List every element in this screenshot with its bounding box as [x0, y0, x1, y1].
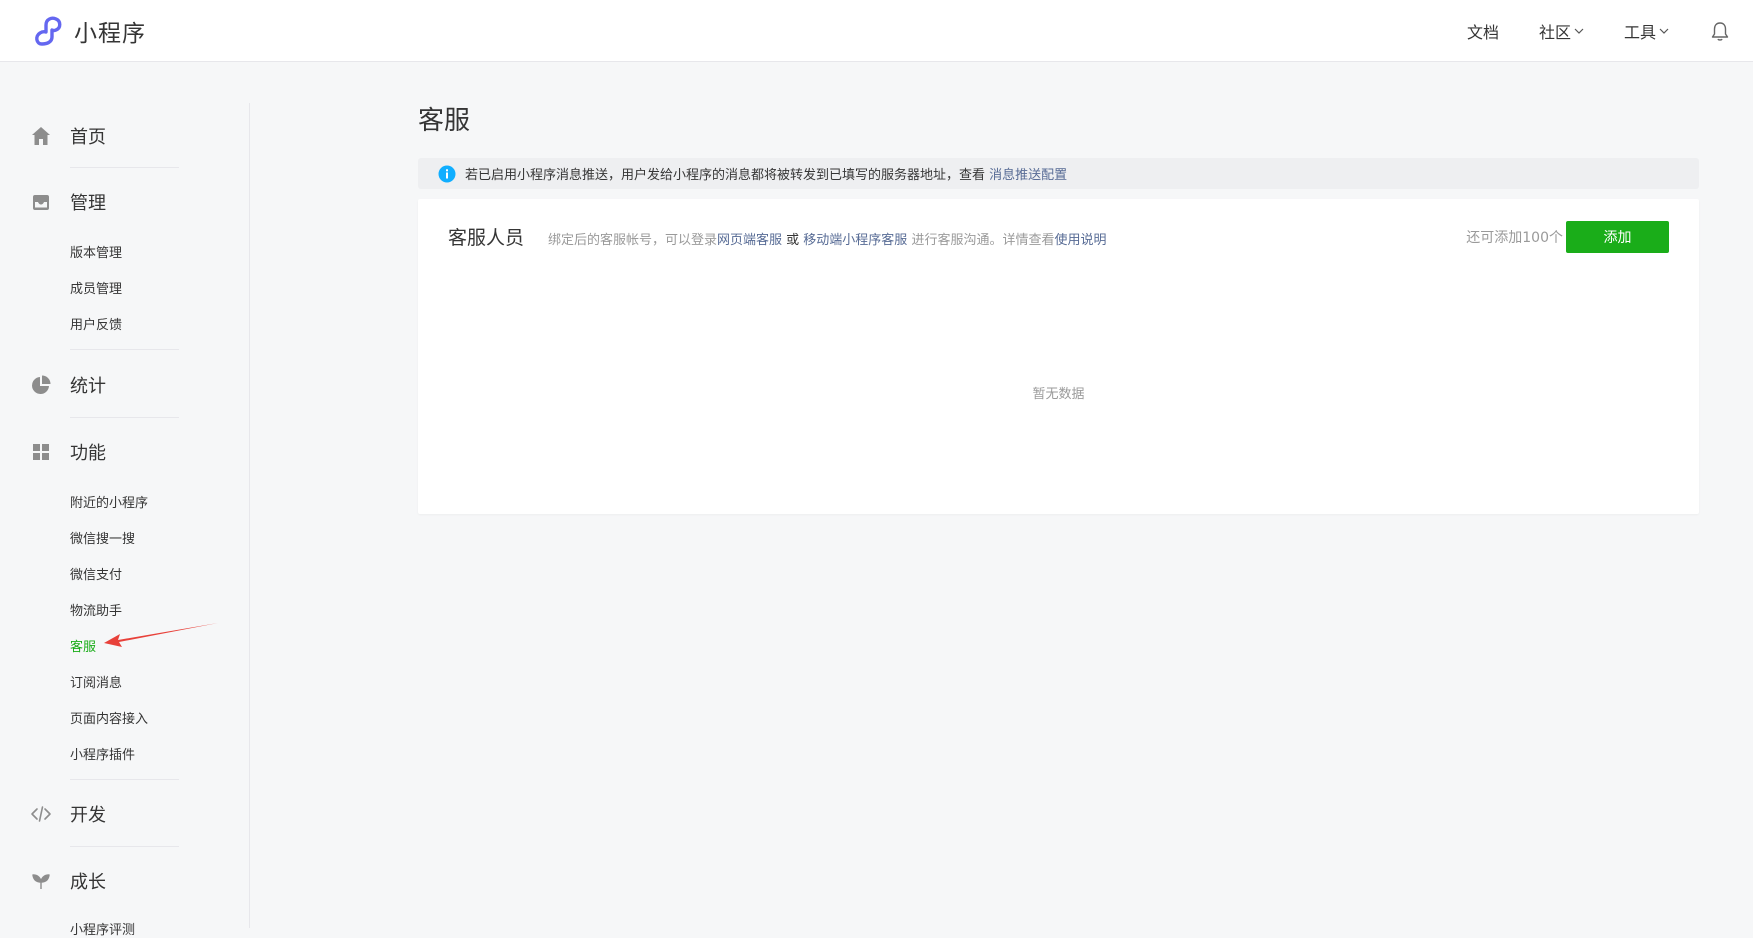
sidebar-item-pay[interactable]: 微信支付	[70, 564, 122, 583]
chevron-down-icon	[1659, 28, 1669, 34]
top-nav: 文档 社区 工具	[1427, 0, 1735, 62]
sidebar-group-label: 功能	[70, 443, 106, 464]
desc-or: 或	[782, 233, 804, 248]
sidebar-item-feedback[interactable]: 用户反馈	[70, 314, 122, 333]
usage-guide-link[interactable]: 使用说明	[1054, 233, 1106, 248]
web-service-link[interactable]: 网页端客服	[717, 233, 782, 248]
nav-tools-label: 工具	[1623, 23, 1656, 42]
nav-community-label: 社区	[1538, 23, 1571, 42]
divider	[70, 779, 179, 780]
bell-icon[interactable]	[1709, 20, 1731, 42]
notice-text: 若已启用小程序消息推送，用户发给小程序的消息都将被转发到已填写的服务器地址，查看	[465, 168, 986, 183]
sidebar-group-label: 管理	[70, 193, 106, 214]
grid-icon	[33, 444, 49, 460]
sidebar-item-nearby[interactable]: 附近的小程序	[70, 492, 148, 511]
notice-bar: 若已启用小程序消息推送，用户发给小程序的消息都将被转发到已填写的服务器地址，查看…	[418, 158, 1699, 189]
empty-state: 暂无数据	[1032, 387, 1085, 402]
divider	[70, 417, 179, 418]
sidebar: 首页 管理 版本管理 成员管理 用户反馈 统计 功能 附近的小程序 微信搜一搜 …	[0, 103, 250, 938]
quota-text: 还可添加100个	[1466, 230, 1563, 246]
sidebar-group-manage[interactable]: 管理	[30, 189, 106, 215]
divider	[70, 167, 179, 168]
sidebar-item-customer-service[interactable]: 客服	[70, 636, 96, 655]
miniprogram-logo-icon	[35, 16, 62, 46]
sidebar-item-members[interactable]: 成员管理	[70, 278, 122, 297]
nav-docs[interactable]: 文档	[1467, 19, 1499, 43]
inbox-icon	[33, 195, 49, 210]
code-icon	[31, 806, 51, 822]
sidebar-item-subscribe[interactable]: 订阅消息	[70, 672, 122, 691]
sidebar-item-search[interactable]: 微信搜一搜	[70, 528, 135, 547]
sidebar-group-home[interactable]: 首页	[30, 123, 106, 149]
top-bar: 小程序 文档 社区 工具	[0, 0, 1753, 62]
brand[interactable]: 小程序	[32, 14, 146, 48]
sidebar-group-label: 统计	[70, 376, 106, 397]
push-config-link[interactable]: 消息推送配置	[989, 164, 1067, 183]
add-button[interactable]: 添加	[1566, 221, 1669, 253]
sidebar-group-growth[interactable]: 成长	[30, 868, 106, 894]
chevron-down-icon	[1574, 28, 1584, 34]
sidebar-item-plugins[interactable]: 小程序插件	[70, 744, 135, 763]
mobile-service-link[interactable]: 移动端小程序客服	[803, 233, 907, 248]
nav-docs-label: 文档	[1466, 23, 1499, 42]
panel-description: 绑定后的客服帐号，可以登录网页端客服 或 移动端小程序客服 进行客服沟通。详情查…	[548, 229, 1106, 248]
panel-title: 客服人员	[448, 227, 525, 249]
desc-suffix: 进行客服沟通。详情查看	[907, 233, 1055, 248]
leaf-icon	[32, 874, 50, 889]
sidebar-item-content-access[interactable]: 页面内容接入	[70, 708, 148, 727]
sidebar-group-label: 首页	[70, 127, 106, 148]
sidebar-group-features[interactable]: 功能	[30, 439, 106, 465]
customer-service-panel: 客服人员 绑定后的客服帐号，可以登录网页端客服 或 移动端小程序客服 进行客服沟…	[418, 199, 1699, 514]
nav-community[interactable]: 社区	[1539, 19, 1584, 43]
sidebar-group-label: 成长	[70, 872, 106, 893]
desc-prefix: 绑定后的客服帐号，可以登录	[548, 233, 718, 248]
pie-chart-icon	[32, 375, 51, 394]
sidebar-group-stats[interactable]: 统计	[30, 372, 106, 398]
sidebar-item-evaluation[interactable]: 小程序评测	[70, 919, 135, 938]
brand-name: 小程序	[74, 21, 146, 47]
page-title: 客服	[418, 106, 471, 136]
divider	[70, 349, 179, 350]
annotation-arrow	[104, 623, 218, 647]
info-icon	[438, 165, 456, 182]
sidebar-group-label: 开发	[70, 805, 106, 826]
sidebar-item-logistics[interactable]: 物流助手	[70, 600, 122, 619]
home-icon	[32, 127, 50, 145]
divider	[70, 846, 179, 847]
nav-tools[interactable]: 工具	[1624, 19, 1669, 43]
sidebar-item-version[interactable]: 版本管理	[70, 242, 122, 261]
sidebar-group-develop[interactable]: 开发	[30, 801, 106, 827]
